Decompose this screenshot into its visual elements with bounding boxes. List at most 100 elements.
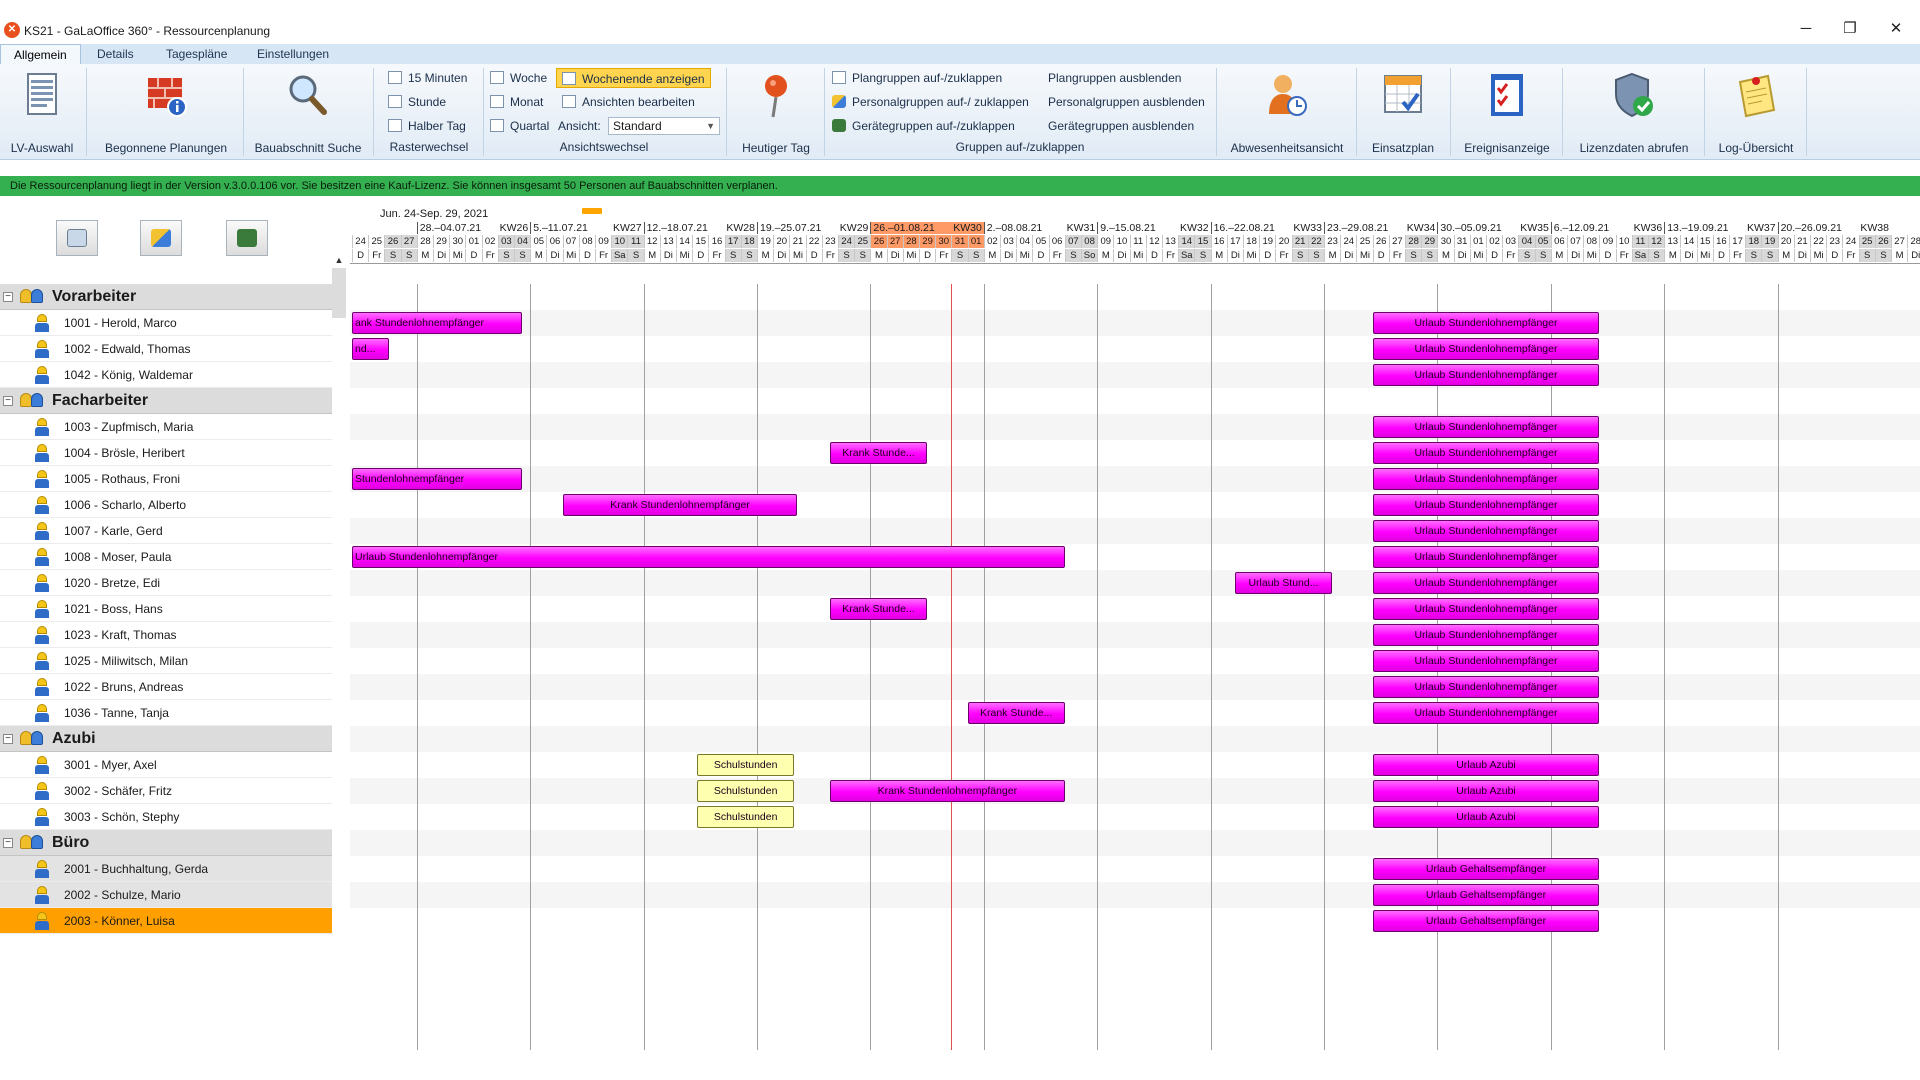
day-number[interactable]: 10 (1113, 235, 1129, 248)
day-number[interactable]: 04 (1518, 235, 1535, 248)
schedule-bar[interactable]: Krank Stundenlohnempfänger (829, 780, 1065, 802)
day-number[interactable]: 03 (1502, 235, 1518, 248)
day-number[interactable]: 02 (481, 235, 498, 248)
day-number[interactable]: 31 (1453, 235, 1470, 248)
day-number[interactable]: 11 (627, 235, 644, 248)
plangruppen-ausblenden-button[interactable]: Plangruppen ausblenden (1048, 68, 1181, 88)
day-number[interactable]: 18 (1745, 235, 1762, 248)
lizenzdaten-abrufen-button[interactable]: Lizenzdaten abrufen (1566, 64, 1702, 160)
day-number[interactable]: 05 (1032, 235, 1048, 248)
day-number[interactable]: 30 (449, 235, 465, 248)
tree-person-row[interactable]: 3001 - Myer, Axel (0, 752, 332, 778)
day-number[interactable]: 08 (1583, 235, 1599, 248)
schedule-bar[interactable]: Urlaub Stundenlohnempfänger (1372, 442, 1600, 464)
restore-button[interactable]: ❐ (1830, 14, 1870, 44)
day-number[interactable]: 27 (1891, 235, 1907, 248)
day-number[interactable]: 06 (1048, 235, 1065, 248)
day-number[interactable]: 27 (400, 235, 417, 248)
day-number[interactable]: 08 (1081, 235, 1098, 248)
collapse-toggle-icon[interactable]: − (3, 396, 13, 406)
tree-person-row[interactable]: 1042 - König, Waldemar (0, 362, 332, 388)
day-number[interactable]: 27 (886, 235, 903, 248)
week-header[interactable]: 16.–22.08.21 KW33 (1210, 222, 1324, 234)
schedule-bar[interactable]: ank Stundenlohnempfänger (352, 312, 523, 334)
tree-person-row[interactable]: 1036 - Tanne, Tanja (0, 700, 332, 726)
ansicht-monat-button[interactable]: Monat (490, 92, 543, 112)
tree-person-row[interactable]: 1006 - Scharlo, Alberto (0, 492, 332, 518)
day-number[interactable]: 18 (1243, 235, 1259, 248)
day-number[interactable]: 13 (1664, 235, 1680, 248)
day-number[interactable]: 21 (1291, 235, 1308, 248)
schedule-bar[interactable]: Urlaub Gehaltsempfänger (1372, 858, 1600, 880)
schedule-bar[interactable]: Urlaub Azubi (1372, 754, 1600, 776)
day-number[interactable]: 04 (514, 235, 531, 248)
schedule-bar[interactable]: Urlaub Stundenlohnempfänger (352, 546, 1065, 568)
tree-person-row[interactable]: 3002 - Schäfer, Fritz (0, 778, 332, 804)
day-number[interactable]: 20 (1275, 235, 1291, 248)
schedule-bar[interactable]: Urlaub Stundenlohnempfänger (1372, 468, 1600, 490)
schedule-bar[interactable]: Schulstunden (697, 806, 795, 828)
day-number[interactable]: 24 (1340, 235, 1356, 248)
tree-person-row[interactable]: 1022 - Bruns, Andreas (0, 674, 332, 700)
wochenende-anzeigen-toggle[interactable]: Wochenende anzeigen (556, 68, 711, 88)
day-number[interactable]: 29 (433, 235, 449, 248)
day-number[interactable]: 15 (692, 235, 708, 248)
day-number[interactable]: 22 (1810, 235, 1826, 248)
day-number[interactable]: 02 (1486, 235, 1502, 248)
tree-group-row[interactable]: − Azubi (0, 726, 332, 752)
day-number[interactable]: 11 (1631, 235, 1648, 248)
day-number[interactable]: 24 (1842, 235, 1858, 248)
tree-person-row[interactable]: 1001 - Herold, Marco (0, 310, 332, 336)
schedule-bar[interactable]: Urlaub Azubi (1372, 806, 1600, 828)
tree-group-row[interactable]: − Facharbeiter (0, 388, 332, 414)
schedule-bar[interactable]: Urlaub Stundenlohnempfänger (1372, 702, 1600, 724)
day-number[interactable]: 12 (643, 235, 660, 248)
day-number[interactable]: 30 (935, 235, 952, 248)
day-number[interactable]: 19 (1259, 235, 1275, 248)
day-number[interactable]: 26 (384, 235, 401, 248)
begonnene-planungen-button[interactable]: Begonnene Planungen (90, 64, 242, 160)
day-number[interactable]: 29 (1421, 235, 1438, 248)
schedule-bar[interactable]: Urlaub Stundenlohnempfänger (1372, 312, 1600, 334)
schedule-bar[interactable]: Urlaub Stundenlohnempfänger (1372, 520, 1600, 542)
day-number[interactable]: 03 (1000, 235, 1016, 248)
tree-group-row[interactable]: − Büro (0, 830, 332, 856)
collapse-toggle-icon[interactable]: − (3, 838, 13, 848)
schedule-bar[interactable]: Krank Stunde... (829, 442, 928, 464)
day-number[interactable]: 14 (676, 235, 692, 248)
schedule-bar[interactable]: Krank Stunde... (829, 598, 928, 620)
heutiger-tag-button[interactable]: Heutiger Tag (730, 64, 822, 160)
day-number[interactable]: 27 (1388, 235, 1405, 248)
raster-15min-button[interactable]: 15 Minuten (388, 68, 467, 88)
day-number[interactable]: 10 (611, 235, 628, 248)
day-number[interactable]: 28 (902, 235, 919, 248)
day-number[interactable]: 09 (595, 235, 611, 248)
tree-person-row[interactable]: 1025 - Miliwitsch, Milan (0, 648, 332, 674)
tree-person-row[interactable]: 1021 - Boss, Hans (0, 596, 332, 622)
schedule-bar[interactable]: Urlaub Stundenlohnempfänger (1372, 416, 1600, 438)
day-number[interactable]: 16 (1210, 235, 1227, 248)
lv-auswahl-button[interactable]: LV-Auswahl (0, 64, 84, 160)
day-number[interactable]: 15 (1696, 235, 1713, 248)
day-number[interactable]: 11 (1129, 235, 1146, 248)
abwesenheitsansicht-button[interactable]: Abwesenheitsansicht (1220, 64, 1354, 160)
scrollbar-track[interactable] (332, 268, 346, 318)
day-number[interactable]: 28 (1907, 235, 1920, 248)
day-number[interactable]: 28 (1405, 235, 1422, 248)
collapse-toggle-icon[interactable]: − (3, 292, 13, 302)
tree-person-row[interactable]: 1020 - Bretze, Edi (0, 570, 332, 596)
tree-person-row[interactable]: 1002 - Edwald, Thomas (0, 336, 332, 362)
schedule-bar[interactable]: Stundenlohnempfänger (352, 468, 523, 490)
day-number[interactable]: 01 (1469, 235, 1486, 248)
day-number[interactable]: 23 (1826, 235, 1842, 248)
day-number[interactable]: 31 (951, 235, 968, 248)
day-number[interactable]: 06 (1550, 235, 1567, 248)
week-header[interactable]: 13.–19.09.21 KW37 (1664, 222, 1777, 234)
day-number[interactable]: 20 (773, 235, 789, 248)
day-number[interactable]: 14 (1680, 235, 1696, 248)
day-number[interactable]: 10 (1615, 235, 1632, 248)
tab-tagesplaene[interactable]: Tagespläne (153, 44, 240, 64)
schedule-bar[interactable]: Krank Stunde... (967, 702, 1065, 724)
tree-person-row[interactable]: 2003 - Könner, Luisa (0, 908, 332, 934)
week-header[interactable]: 26.–01.08.21 KW30 (870, 222, 984, 234)
